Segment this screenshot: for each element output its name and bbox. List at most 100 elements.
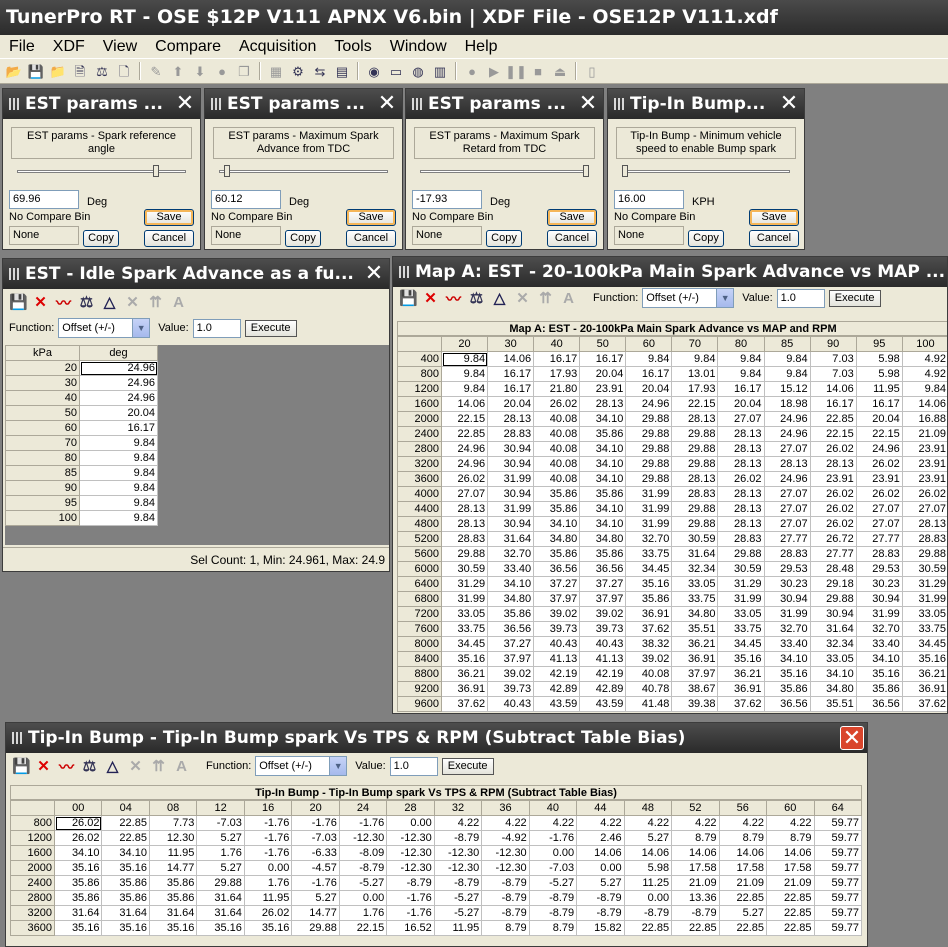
interpolate-icon[interactable]: △ [101, 293, 118, 311]
record-icon[interactable]: ◉ [364, 62, 384, 80]
table-cell[interactable]: 31.99 [717, 591, 765, 607]
graph-icon[interactable]: 〰 [445, 288, 462, 309]
table-cell[interactable]: 40.43 [579, 636, 627, 652]
table-cell[interactable]: 32.34 [671, 561, 719, 577]
table-cell[interactable]: 32.70 [487, 546, 535, 562]
table-cell[interactable]: 4.22 [528, 815, 578, 831]
table-cell[interactable]: 22.85 [440, 426, 489, 442]
table-cell[interactable]: 5.27 [196, 830, 245, 846]
table-cell[interactable]: 14.06 [440, 396, 489, 412]
table-cell[interactable]: 29.53 [855, 561, 903, 577]
table-cell[interactable]: 26.02 [717, 471, 765, 487]
table-cell[interactable]: 35.16 [148, 920, 198, 936]
table-cell[interactable]: 29.53 [763, 561, 811, 577]
table-cell[interactable]: 0.00 [386, 815, 435, 831]
table-cell[interactable]: 31.64 [487, 531, 535, 547]
table-cell[interactable]: 9.84 [717, 351, 765, 367]
table-cell[interactable]: 31.64 [196, 905, 245, 921]
table-cell[interactable]: 21.09 [766, 875, 815, 891]
table-cell[interactable]: -8.79 [576, 905, 625, 921]
table-cell[interactable]: 20.04 [487, 396, 535, 412]
table-cell[interactable]: 39.73 [579, 621, 627, 637]
table-cell[interactable]: 30.94 [487, 486, 535, 502]
table-cell[interactable]: 35.16 [901, 651, 947, 667]
table-cell[interactable]: 26.02 [901, 486, 947, 502]
close-icon[interactable]: ✕ [375, 92, 399, 116]
table-cell[interactable]: -8.79 [528, 905, 578, 921]
cancel-button[interactable]: Cancel [547, 230, 597, 247]
table-cell[interactable]: 31.29 [901, 576, 947, 592]
table-cell[interactable]: -6.33 [291, 845, 340, 861]
table-cell[interactable]: 29.88 [901, 546, 947, 562]
table-cell[interactable]: 28.13 [717, 486, 765, 502]
table-cell[interactable]: 29.88 [625, 441, 673, 457]
table-cell[interactable]: 34.45 [901, 636, 947, 652]
table-cell[interactable]: 27.07 [440, 486, 489, 502]
chevron-down-icon[interactable]: ▼ [132, 319, 150, 337]
table-cell[interactable]: 22.85 [766, 905, 815, 921]
table-cell[interactable]: 14.77 [291, 905, 340, 921]
table-cell[interactable]: 29.88 [625, 471, 673, 487]
note-icon[interactable]: ▭ [386, 62, 406, 80]
table-cell[interactable]: 59.77 [813, 920, 862, 936]
table-cell[interactable]: -7.03 [291, 830, 340, 846]
table-cell[interactable]: 39.02 [533, 606, 581, 622]
table-cell[interactable]: 59.77 [813, 905, 862, 921]
table-cell[interactable]: 36.56 [763, 696, 811, 712]
table-cell[interactable]: 5.27 [196, 860, 245, 876]
menu-acquisition[interactable]: Acquisition [230, 38, 325, 56]
table-cell[interactable]: 22.85 [101, 815, 150, 831]
table-cell[interactable]: 37.97 [579, 591, 627, 607]
execute-button[interactable]: Execute [244, 319, 297, 337]
close-icon[interactable]: ✕ [777, 92, 801, 116]
compare-icon[interactable]: ⚖ [92, 62, 112, 80]
table-cell[interactable]: 2.46 [576, 830, 625, 846]
table-cell[interactable]: 36.56 [533, 561, 581, 577]
table-cell[interactable]: 34.10 [579, 441, 627, 457]
table-cell[interactable]: 28.83 [901, 531, 947, 547]
table-cell[interactable]: 0.00 [338, 890, 388, 906]
table-cell[interactable]: 7.03 [809, 366, 857, 382]
table-cell[interactable]: 20.04 [579, 366, 627, 382]
table-cell[interactable]: 35.16 [101, 920, 150, 936]
interpolate-icon[interactable]: △ [104, 757, 121, 775]
table-cell[interactable]: 17.58 [766, 860, 815, 876]
table-cell[interactable]: 31.99 [625, 516, 673, 532]
table-cell[interactable]: 36.91 [625, 606, 673, 622]
table-cell[interactable]: 41.13 [533, 651, 581, 667]
table-cell[interactable]: 28.13 [717, 516, 765, 532]
table-cell[interactable]: -12.30 [338, 830, 388, 846]
table-cell[interactable]: 31.99 [901, 591, 947, 607]
table-cell[interactable]: 28.13 [717, 501, 765, 517]
table-cell[interactable]: 28.83 [763, 546, 811, 562]
table-cell[interactable]: -1.76 [291, 815, 340, 831]
table-cell[interactable]: 28.13 [901, 516, 947, 532]
copy-button[interactable]: Copy [688, 230, 724, 247]
table-cell[interactable]: 59.77 [813, 815, 862, 831]
table-cell[interactable]: 22.15 [809, 426, 857, 442]
table-cell[interactable]: 24.96 [440, 456, 489, 472]
table-cell[interactable]: 28.83 [671, 486, 719, 502]
table-cell[interactable]: 33.05 [901, 606, 947, 622]
table-cell[interactable]: 29.18 [809, 576, 857, 592]
table-cell[interactable]: 42.89 [533, 681, 581, 697]
table-cell[interactable]: 27.77 [763, 531, 811, 547]
table-cell[interactable]: 24.96 [763, 411, 811, 427]
table-cell[interactable]: 26.02 [533, 396, 581, 412]
table-cell[interactable]: 8.79 [671, 830, 720, 846]
table-cell[interactable]: 37.62 [440, 696, 489, 712]
table-cell[interactable]: 32.70 [855, 621, 903, 637]
table-cell[interactable]: -12.30 [386, 830, 435, 846]
menu-tools[interactable]: Tools [325, 38, 380, 56]
table-cell[interactable]: -5.27 [528, 875, 578, 891]
table-cell[interactable]: 20.04 [855, 411, 903, 427]
table-cell[interactable]: 36.56 [487, 621, 535, 637]
table-cell[interactable]: 34.10 [809, 666, 857, 682]
table-cell[interactable]: 35.86 [148, 890, 198, 906]
slider-thumb[interactable] [582, 165, 589, 177]
table-cell[interactable]: 24.96 [79, 390, 158, 406]
table-cell[interactable]: 59.77 [813, 845, 862, 861]
table-cell[interactable]: 31.99 [763, 606, 811, 622]
table-cell[interactable]: 35.86 [101, 875, 150, 891]
x-axis-icon[interactable]: ✕ [124, 293, 141, 311]
